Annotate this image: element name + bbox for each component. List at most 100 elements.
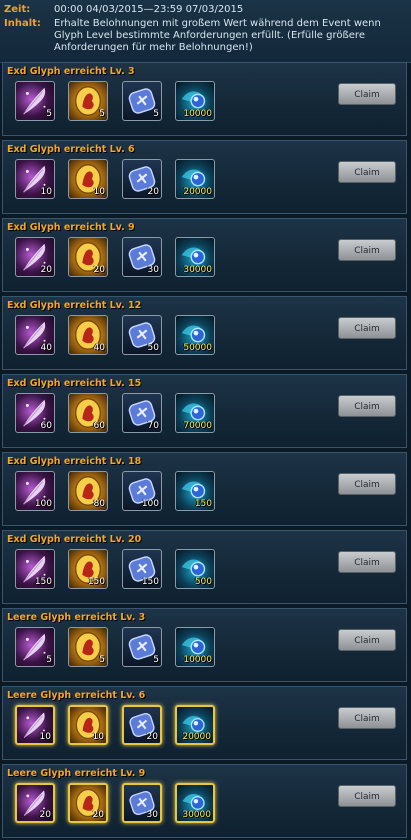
- rune-stone-icon[interactable]: 30: [122, 783, 162, 823]
- rune-stone-icon[interactable]: 5: [122, 81, 162, 121]
- blue-orb-icon[interactable]: 10000: [175, 627, 215, 667]
- item-quantity: 150: [87, 577, 105, 587]
- blue-orb-icon[interactable]: 150: [175, 471, 215, 511]
- item-quantity: 5: [153, 655, 159, 665]
- gold-emblem-icon[interactable]: 20: [68, 783, 108, 823]
- feather-icon[interactable]: 40: [15, 315, 55, 355]
- feather-icon[interactable]: 5: [15, 627, 55, 667]
- blue-orb-icon[interactable]: 50000: [175, 315, 215, 355]
- reward-row-title: Exd Glyph erreicht Lv. 9: [7, 222, 135, 233]
- claim-button[interactable]: Claim: [338, 707, 396, 729]
- gold-emblem-icon[interactable]: 20: [68, 237, 108, 277]
- rune-stone-icon[interactable]: 30: [122, 237, 162, 277]
- item-quantity: 5: [99, 655, 105, 665]
- blue-orb-icon[interactable]: 20000: [175, 705, 215, 745]
- reward-row: Leere Glyph erreicht Lv. 6 10 10 20 20000 Cla…: [2, 686, 407, 760]
- item-quantity: 80: [93, 499, 105, 509]
- reward-row-title: Exd Glyph erreicht Lv. 12: [7, 300, 142, 311]
- item-quantity: 5: [46, 655, 52, 665]
- feather-icon[interactable]: 150: [15, 549, 55, 589]
- rune-stone-icon[interactable]: 20: [122, 159, 162, 199]
- rune-stone-icon[interactable]: 20: [122, 705, 162, 745]
- claim-button[interactable]: Claim: [338, 629, 396, 651]
- item-quantity: 10: [93, 187, 105, 197]
- item-quantity: 150: [34, 577, 52, 587]
- reward-row: Exd Glyph erreicht Lv. 12 40 40 50 50000 Clai…: [2, 296, 407, 370]
- reward-row-title: Leere Glyph erreicht Lv. 9: [7, 768, 146, 779]
- reward-row: Exd Glyph erreicht Lv. 9 20 20 30 30000 Claim: [2, 218, 407, 292]
- rune-stone-icon[interactable]: 70: [122, 393, 162, 433]
- claim-button[interactable]: Claim: [338, 161, 396, 183]
- feather-icon[interactable]: 10: [15, 159, 55, 199]
- blue-orb-icon[interactable]: 10000: [175, 81, 215, 121]
- gold-emblem-icon[interactable]: 5: [68, 81, 108, 121]
- gold-emblem-icon[interactable]: 10: [68, 705, 108, 745]
- reward-row: Exd Glyph erreicht Lv. 6 10 10 20 20000 Claim: [2, 140, 407, 214]
- item-quantity: 10: [92, 732, 104, 742]
- claim-button[interactable]: Claim: [338, 317, 396, 339]
- blue-orb-icon[interactable]: 70000: [175, 393, 215, 433]
- item-quantity: 100: [141, 499, 159, 509]
- event-info-header: Zeit: 00:00 04/03/2015—23:59 07/03/2015 …: [0, 0, 411, 63]
- feather-icon[interactable]: 10: [15, 705, 55, 745]
- item-quantity: 150: [141, 577, 159, 587]
- feather-icon[interactable]: 5: [15, 81, 55, 121]
- rune-stone-icon[interactable]: 100: [122, 471, 162, 511]
- gold-emblem-icon[interactable]: 150: [68, 549, 108, 589]
- feather-icon[interactable]: 20: [15, 237, 55, 277]
- feather-icon[interactable]: 20: [15, 783, 55, 823]
- item-quantity: 100: [34, 499, 52, 509]
- feather-icon[interactable]: 60: [15, 393, 55, 433]
- claim-button[interactable]: Claim: [338, 473, 396, 495]
- feather-icon[interactable]: 100: [15, 471, 55, 511]
- reward-row: Exd Glyph erreicht Lv. 3 5 5 5 10000 Claim: [2, 62, 407, 136]
- item-quantity: 20: [92, 810, 104, 820]
- reward-row-title: Exd Glyph erreicht Lv. 20: [7, 534, 142, 545]
- time-label: Zeit:: [4, 4, 31, 15]
- item-quantity: 30: [147, 265, 159, 275]
- rune-stone-icon[interactable]: 150: [122, 549, 162, 589]
- item-quantity: 60: [93, 421, 105, 431]
- blue-orb-icon[interactable]: 500: [175, 549, 215, 589]
- reward-row-title: Exd Glyph erreicht Lv. 15: [7, 378, 142, 389]
- claim-button[interactable]: Claim: [338, 785, 396, 807]
- gold-emblem-icon[interactable]: 5: [68, 627, 108, 667]
- reward-row: Exd Glyph erreicht Lv. 20 150 150 150 500 Cla…: [2, 530, 407, 604]
- gold-emblem-icon[interactable]: 10: [68, 159, 108, 199]
- reward-row: Leere Glyph erreicht Lv. 3 5 5 5 10000 Claim: [2, 608, 407, 682]
- content-row: Inhalt: Erhalte Belohnungen mit großem W…: [4, 18, 381, 53]
- claim-button[interactable]: Claim: [338, 83, 396, 105]
- item-quantity: 500: [194, 577, 212, 587]
- blue-orb-icon[interactable]: 30000: [175, 783, 215, 823]
- item-quantity: 70: [147, 421, 159, 431]
- item-quantity: 10: [39, 732, 51, 742]
- gold-emblem-icon[interactable]: 80: [68, 471, 108, 511]
- item-quantity: 60: [40, 421, 52, 431]
- claim-button[interactable]: Claim: [338, 239, 396, 261]
- item-quantity: 10: [40, 187, 52, 197]
- item-quantity: 20000: [183, 187, 212, 197]
- blue-orb-icon[interactable]: 30000: [175, 237, 215, 277]
- item-quantity: 20: [40, 265, 52, 275]
- item-quantity: 20000: [182, 732, 211, 742]
- gold-emblem-icon[interactable]: 60: [68, 393, 108, 433]
- item-quantity: 5: [99, 109, 105, 119]
- item-quantity: 20: [39, 810, 51, 820]
- item-quantity: 20: [146, 732, 158, 742]
- reward-row-title: Exd Glyph erreicht Lv. 18: [7, 456, 142, 467]
- reward-row-title: Leere Glyph erreicht Lv. 3: [7, 612, 146, 623]
- item-quantity: 20: [147, 187, 159, 197]
- gold-emblem-icon[interactable]: 40: [68, 315, 108, 355]
- item-quantity: 30000: [183, 265, 212, 275]
- item-quantity: 150: [194, 499, 212, 509]
- item-quantity: 10000: [183, 655, 212, 665]
- item-quantity: 20: [93, 265, 105, 275]
- rune-stone-icon[interactable]: 5: [122, 627, 162, 667]
- blue-orb-icon[interactable]: 20000: [175, 159, 215, 199]
- claim-button[interactable]: Claim: [338, 551, 396, 573]
- item-quantity: 5: [153, 109, 159, 119]
- claim-button[interactable]: Claim: [338, 395, 396, 417]
- rune-stone-icon[interactable]: 50: [122, 315, 162, 355]
- content-label: Inhalt:: [4, 18, 41, 29]
- time-value: 00:00 04/03/2015—23:59 07/03/2015: [54, 4, 244, 15]
